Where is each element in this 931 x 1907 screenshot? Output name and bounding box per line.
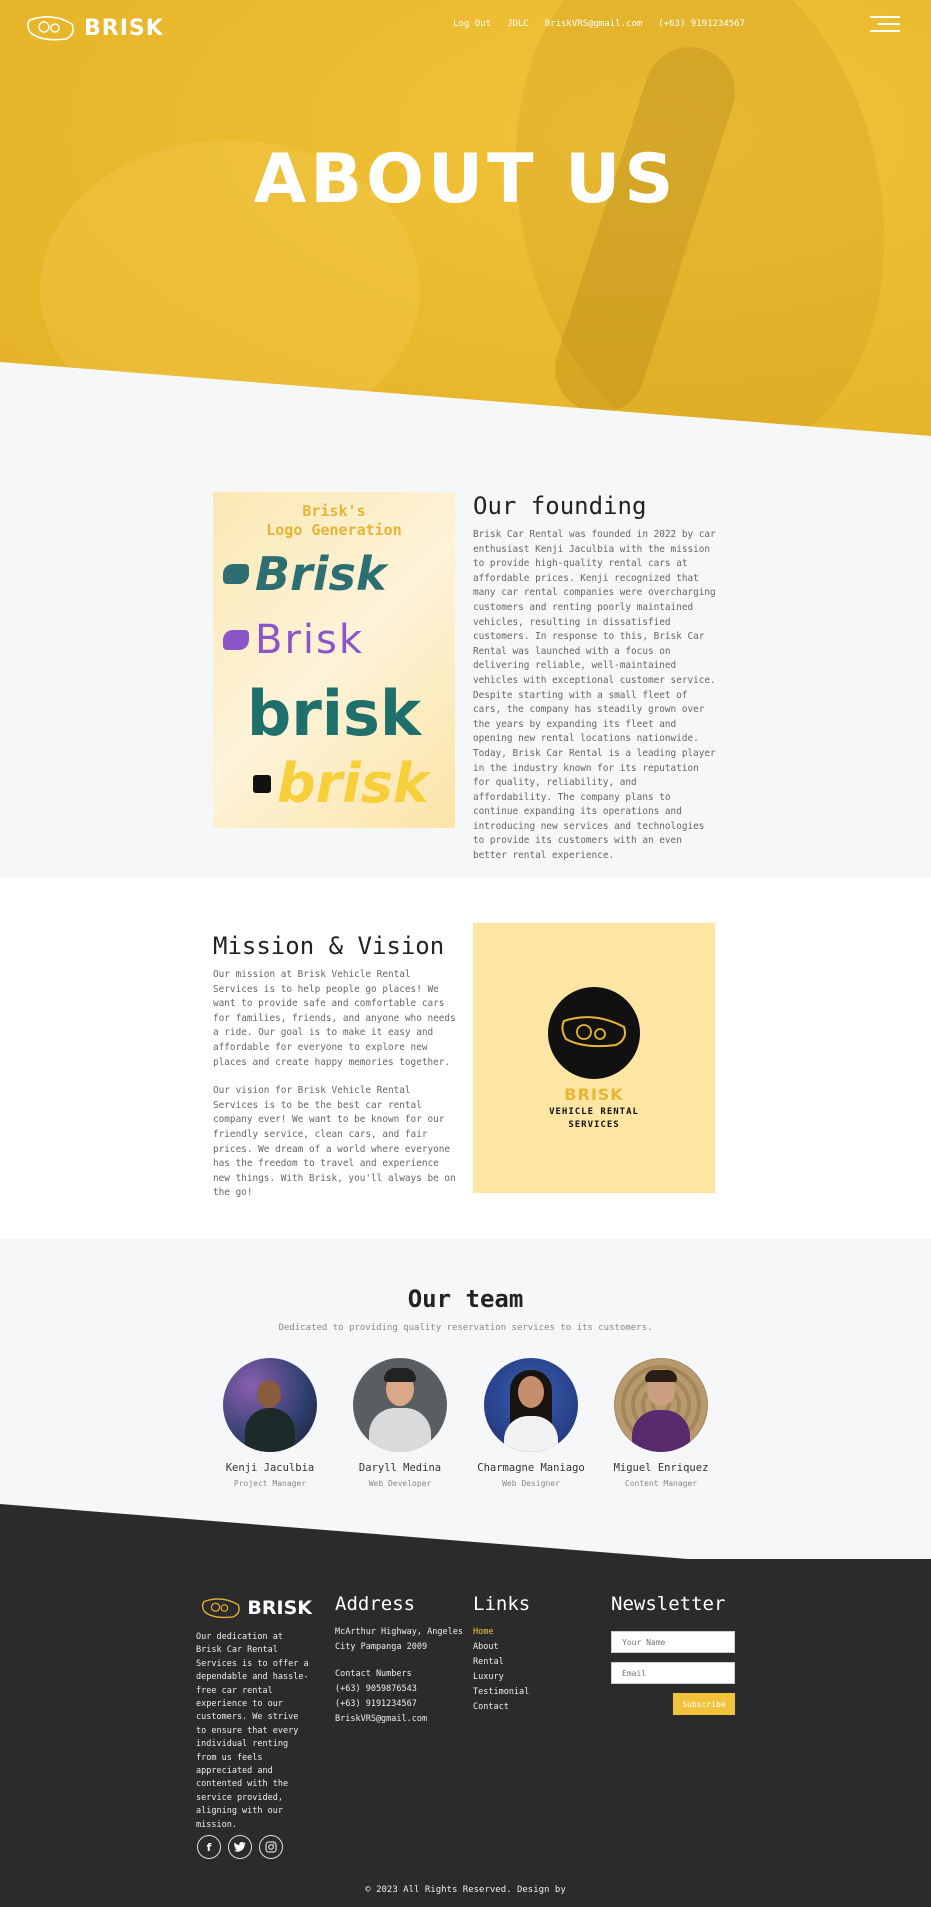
hero-banner: ABOUT US [0,0,931,442]
footer-brand: BRISK [247,1597,312,1619]
instagram-icon[interactable] [259,1835,283,1859]
footer-link-home[interactable]: Home [473,1625,530,1640]
brand-name: BRISK [84,15,164,41]
footer-about: BRISK Our dedication at Brisk Car Rental… [196,1595,312,1832]
member-role: Project Manager [233,1479,307,1488]
subscribe-button[interactable]: Subscribe [673,1693,735,1715]
facebook-icon[interactable]: f [197,1835,221,1859]
footer-newsletter: Newsletter Subscribe [611,1593,735,1715]
social-links: f [197,1835,283,1859]
mission-vision-section: Mission & Vision Our mission at Brisk Ve… [0,877,931,1239]
avatar [353,1358,447,1452]
member-name: Miguel Enriquez [613,1462,709,1474]
team-subtitle: Dedicated to providing quality reservati… [278,1323,653,1333]
headlight-logo-icon [201,1598,240,1619]
headlight-logo-icon [27,16,74,41]
logo-variant-3: brisk [246,677,422,750]
vision-paragraph: Our vision for Brisk Vehicle Rental Serv… [213,1085,456,1199]
top-navigation: BRISK Log Out JDLC BriskVRS@gmail.com (+… [0,0,931,50]
team-member: Daryll Medina Web Developer [335,1358,465,1488]
footer-link-rental[interactable]: Rental [473,1655,530,1670]
founding-paragraph: Brisk Car Rental was founded in 2022 by … [473,529,716,862]
logo-generation-title: Brisk's Logo Generation [266,502,402,539]
headlight-logo-icon [561,1016,626,1048]
footer-link-about[interactable]: About [473,1640,530,1655]
contact-email[interactable]: BriskVRS@gmail.com [335,1712,465,1727]
user-link[interactable]: JDLC [507,19,529,29]
copyright-text: © 2023 All Rights Reserved. Design by [365,1885,566,1895]
menu-icon[interactable] [870,16,900,34]
brand-badge-panel: BRISK VEHICLE RENTAL SERVICES [473,923,715,1193]
founding-heading: Our founding [473,492,647,520]
mission-content: Mission & Vision Our mission at Brisk Ve… [213,932,457,1201]
badge-brand: BRISK [564,1085,624,1104]
founding-section: Brisk's Logo Generation Brisk Brisk bris… [0,442,931,877]
brand-logo[interactable]: BRISK [26,14,164,42]
footer-address: Address McArthur Highway, Angeles City P… [335,1593,465,1727]
logo-variant-1: Brisk [223,547,445,601]
member-name: Daryll Medina [358,1462,442,1474]
twitter-icon[interactable] [228,1835,252,1859]
footer-link-contact[interactable]: Contact [473,1700,530,1715]
avatar [223,1358,317,1452]
team-member: Kenji Jaculbia Project Manager [205,1358,335,1488]
newsletter-email-input[interactable] [611,1662,735,1684]
logo-variant-4: brisk [223,752,445,815]
team-member: Miguel Enriquez Content Manager [596,1358,726,1488]
site-footer: BRISK Our dedication at Brisk Car Rental… [0,1559,931,1907]
nav-links: Log Out JDLC BriskVRS@gmail.com (+63) 91… [453,19,745,29]
logo-variant-2: Brisk [223,617,445,663]
member-name: Kenji Jaculbia [225,1462,315,1474]
badge-circle [548,987,640,1079]
phone-link[interactable]: (+63) 9191234567 [658,19,745,29]
team-heading: Our team [407,1285,524,1313]
member-role: Web Developer [368,1479,432,1488]
footer-links: Links Home About Rental Luxury Testimoni… [473,1593,530,1715]
footer-diagonal-edge [0,1504,931,1562]
avatar [484,1358,578,1452]
page-title: ABOUT US [253,140,678,219]
newsletter-heading: Newsletter [611,1593,726,1615]
mission-paragraph: Our mission at Brisk Vehicle Rental Serv… [213,969,456,1068]
footer-link-luxury[interactable]: Luxury [473,1670,530,1685]
member-name: Charmagne Maniago [477,1462,585,1474]
email-link[interactable]: BriskVRS@gmail.com [545,19,643,29]
footer-about-text: Our dedication at Brisk Car Rental Servi… [196,1632,309,1830]
footer-logo[interactable]: BRISK [201,1595,312,1621]
hero-diagonal-edge [0,362,931,442]
phone-1: (+63) 9059876543 [335,1684,417,1694]
logout-link[interactable]: Log Out [453,19,491,29]
address-heading: Address [335,1593,416,1615]
avatar [614,1358,708,1452]
badge-subtitle: VEHICLE RENTAL SERVICES [549,1107,639,1130]
team-member: Charmagne Maniago Web Designer [466,1358,596,1488]
logo-generation-image: Brisk's Logo Generation Brisk Brisk bris… [213,492,455,828]
contact-label: Contact Numbers [335,1669,412,1679]
links-list: Home About Rental Luxury Testimonial Con… [473,1625,530,1715]
founding-content: Our founding Brisk Car Rental was founde… [473,492,719,864]
mission-heading: Mission & Vision [213,932,445,960]
links-heading: Links [473,1593,531,1615]
phone-2: (+63) 9191234567 [335,1699,417,1709]
address-text: McArthur Highway, Angeles City Pampanga … [335,1627,463,1652]
footer-link-testimonial[interactable]: Testimonial [473,1685,530,1700]
member-role: Web Designer [502,1479,560,1488]
newsletter-name-input[interactable] [611,1631,735,1653]
member-role: Content Manager [624,1479,698,1488]
